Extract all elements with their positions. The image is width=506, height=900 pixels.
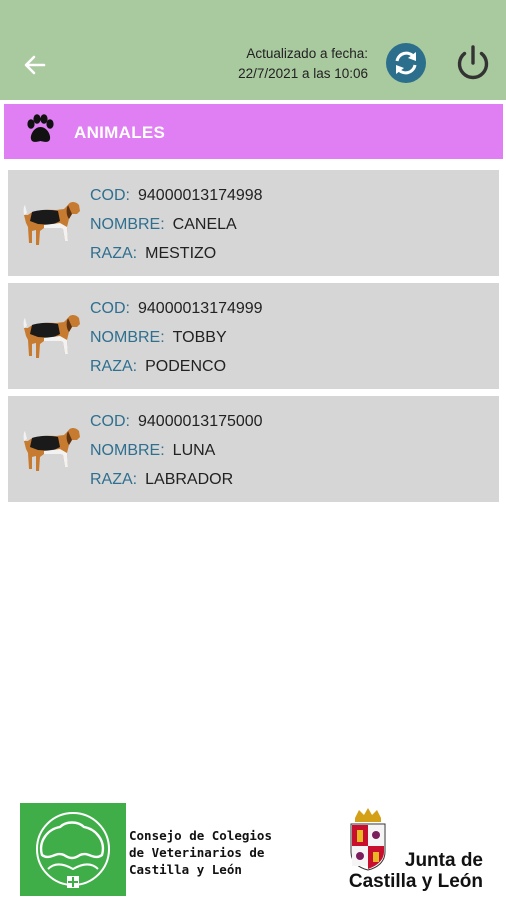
- nombre-field: NOMBRE: CANELA: [90, 216, 237, 233]
- animal-card[interactable]: COD: 94000013174998 NOMBRE: CANELA RAZA: ME…: [8, 170, 499, 276]
- dog-icon: [23, 428, 80, 471]
- cod-field: COD: 94000013174998: [90, 187, 263, 204]
- raza-field: RAZA: PODENCO: [90, 358, 227, 375]
- last-updated-text: Actualizado a fecha: 22/7/2021 a las 10:…: [238, 44, 368, 84]
- paw-icon: [27, 114, 54, 142]
- raza-field: RAZA: MESTIZO: [90, 245, 217, 262]
- cod-value: 94000013175000: [138, 413, 263, 430]
- animal-card[interactable]: COD: 94000013175000 NOMBRE: LUNA RAZA: LABR…: [8, 396, 499, 502]
- back-arrow-icon[interactable]: [20, 50, 50, 80]
- nombre-field: NOMBRE: LUNA: [90, 442, 216, 459]
- consejo-text: Consejo de Colegios de Veterinarios de C…: [129, 828, 272, 877]
- updated-datetime: 22/7/2021 a las 10:06: [238, 66, 368, 81]
- sync-icon[interactable]: [385, 42, 427, 84]
- cod-field: COD: 94000013175000: [90, 413, 263, 430]
- cod-value: 94000013174998: [138, 187, 263, 204]
- cod-field: COD: 94000013174999: [90, 300, 263, 317]
- section-title: ANIMALES: [74, 123, 166, 142]
- animals-section-header: ANIMALES: [4, 104, 503, 159]
- nombre-value: TOBBY: [172, 329, 227, 346]
- power-icon[interactable]: [452, 42, 494, 84]
- junta-line1: Junta de: [404, 850, 483, 871]
- raza-field: RAZA: LABRADOR: [90, 471, 234, 488]
- top-bar: Actualizado a fecha: 22/7/2021 a las 10:…: [0, 0, 506, 100]
- consejo-logo: [20, 803, 126, 896]
- dog-icon: [23, 202, 80, 245]
- nombre-value: CANELA: [172, 216, 237, 233]
- dog-icon: [23, 315, 80, 358]
- junta-line2: Castilla y León: [348, 871, 483, 892]
- nombre-value: LUNA: [172, 442, 216, 459]
- updated-label: Actualizado a fecha:: [246, 46, 368, 61]
- junta-text: Junta de Castilla y León: [335, 850, 483, 892]
- raza-value: LABRADOR: [145, 471, 234, 488]
- raza-value: MESTIZO: [145, 245, 217, 262]
- cod-value: 94000013174999: [138, 300, 263, 317]
- animal-card[interactable]: COD: 94000013174999 NOMBRE: TOBBY RAZA: POD…: [8, 283, 499, 389]
- nombre-field: NOMBRE: TOBBY: [90, 329, 227, 346]
- raza-value: PODENCO: [145, 358, 227, 375]
